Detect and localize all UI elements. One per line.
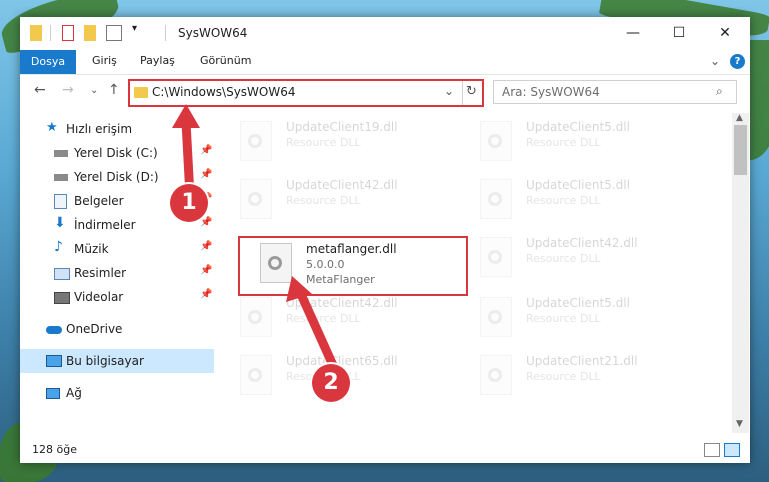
arrow-2 — [295, 290, 341, 374]
step-2-badge: 2 — [312, 364, 350, 402]
arrow-1-head — [172, 104, 200, 128]
annotation-arrows — [172, 104, 341, 374]
step-1-badge: 1 — [170, 184, 208, 222]
